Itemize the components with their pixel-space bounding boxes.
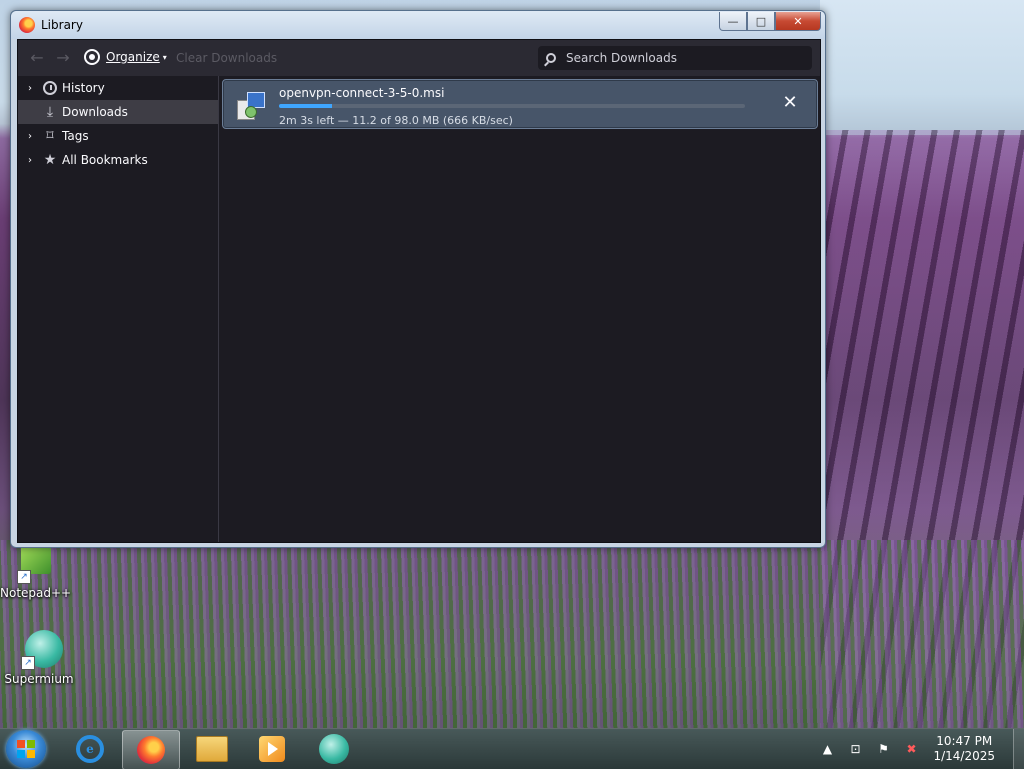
sidebar-item-label: History [62, 81, 105, 95]
taskbar-app-firefox[interactable] [122, 730, 180, 770]
sidebar-item-history[interactable]: › History [18, 76, 218, 100]
clear-downloads-button[interactable]: Clear Downloads [176, 51, 277, 65]
sky [820, 0, 1024, 135]
taskbar-app-internet-explorer[interactable]: e [62, 730, 118, 768]
sidebar-item-downloads[interactable]: ⤓ Downloads [18, 100, 218, 124]
taskbar: e ▲ ⊡ ⚑ ✖ 10:47 PM 1/14/2025 [0, 728, 1024, 770]
library-client-area: ← → Organize ▾ Clear Downloads › History… [17, 39, 821, 543]
lavender-foreground [0, 540, 1024, 728]
downloads-list: openvpn-connect-3-5-0.msi 2m 3s left — 1… [219, 76, 820, 542]
search-box[interactable] [538, 46, 812, 70]
star-icon: ★ [43, 152, 57, 168]
library-sidebar: › History ⤓ Downloads › ⌑ Tags › ★ All B… [18, 76, 219, 542]
forward-arrow-icon[interactable]: → [54, 49, 72, 67]
sidebar-item-all-bookmarks[interactable]: › ★ All Bookmarks [18, 148, 218, 172]
sidebar-item-label: Tags [62, 129, 89, 143]
clock-time: 10:47 PM [936, 734, 993, 748]
action-center-flag-icon[interactable]: ⚑ [875, 741, 891, 757]
firefox-icon [19, 17, 35, 33]
system-tray: ▲ ⊡ ⚑ ✖ 10:47 PM 1/14/2025 [813, 729, 1024, 769]
maximize-button[interactable]: □ [747, 12, 775, 31]
chevron-down-icon: ▾ [162, 52, 167, 62]
show-hidden-icons-button[interactable]: ▲ [819, 741, 835, 757]
taskbar-clock[interactable]: 10:47 PM 1/14/2025 [933, 734, 995, 764]
start-button[interactable] [6, 730, 46, 768]
windows-logo-icon [17, 740, 35, 758]
supermium-icon [319, 734, 349, 764]
gear-icon [84, 49, 100, 65]
download-progress-bar [279, 104, 745, 108]
download-filename: openvpn-connect-3-5-0.msi [279, 86, 445, 100]
download-progress-fill [279, 104, 333, 108]
search-icon [546, 53, 556, 63]
cancel-download-button[interactable]: ✕ [781, 94, 799, 112]
chevron-right-icon[interactable]: › [22, 83, 38, 94]
clock-date: 1/14/2025 [933, 749, 995, 763]
supermium-icon: ↗ [19, 630, 63, 670]
shortcut-arrow-icon: ↗ [17, 570, 31, 584]
taskbar-app-file-explorer[interactable] [184, 730, 240, 768]
sidebar-item-label: All Bookmarks [62, 153, 148, 167]
network-icon[interactable]: ⊡ [847, 741, 863, 757]
organize-label: Organize [106, 50, 160, 64]
shortcut-arrow-icon: ↗ [21, 656, 35, 670]
close-button[interactable]: ✕ [775, 12, 821, 31]
download-status: 2m 3s left — 11.2 of 98.0 MB (666 KB/sec… [279, 114, 513, 127]
tag-icon: ⌑ [46, 128, 54, 144]
desktop-icon-label: Supermium [4, 672, 74, 686]
back-arrow-icon[interactable]: ← [28, 49, 46, 67]
folder-icon [196, 736, 228, 762]
search-input[interactable] [564, 50, 808, 66]
title-bar[interactable]: Library — □ ✕ [11, 11, 825, 39]
minimize-button[interactable]: — [719, 12, 747, 31]
taskbar-app-supermium[interactable] [306, 730, 362, 768]
library-window: Library — □ ✕ ← → Organize ▾ Clear Downl… [10, 10, 826, 548]
organize-button[interactable]: Organize ▾ [84, 49, 167, 65]
window-title: Library [41, 18, 83, 32]
volume-muted-icon[interactable]: ✖ [903, 741, 919, 757]
library-toolbar: ← → Organize ▾ Clear Downloads [18, 40, 820, 76]
chevron-right-icon[interactable]: › [22, 155, 38, 166]
sidebar-item-tags[interactable]: › ⌑ Tags [18, 124, 218, 148]
desktop-icon-supermium[interactable]: ↗ Supermium [4, 630, 74, 686]
chevron-right-icon[interactable]: › [22, 131, 38, 142]
ie-icon: e [76, 735, 104, 763]
clock-icon [43, 81, 57, 95]
desktop-icon-label: Notepad++ [0, 586, 72, 600]
show-desktop-button[interactable] [1013, 729, 1024, 769]
installer-package-icon [235, 90, 265, 120]
download-item[interactable]: openvpn-connect-3-5-0.msi 2m 3s left — 1… [222, 79, 818, 129]
download-icon: ⤓ [46, 104, 54, 120]
desktop-icon-notepadpp[interactable]: ↗ Notepad++ [0, 544, 72, 600]
taskbar-app-media-player[interactable] [244, 730, 300, 768]
notepadpp-icon: ↗ [15, 544, 55, 584]
firefox-icon [137, 736, 165, 764]
caption-buttons: — □ ✕ [719, 12, 821, 31]
sidebar-item-label: Downloads [62, 105, 128, 119]
media-player-icon [259, 736, 285, 762]
